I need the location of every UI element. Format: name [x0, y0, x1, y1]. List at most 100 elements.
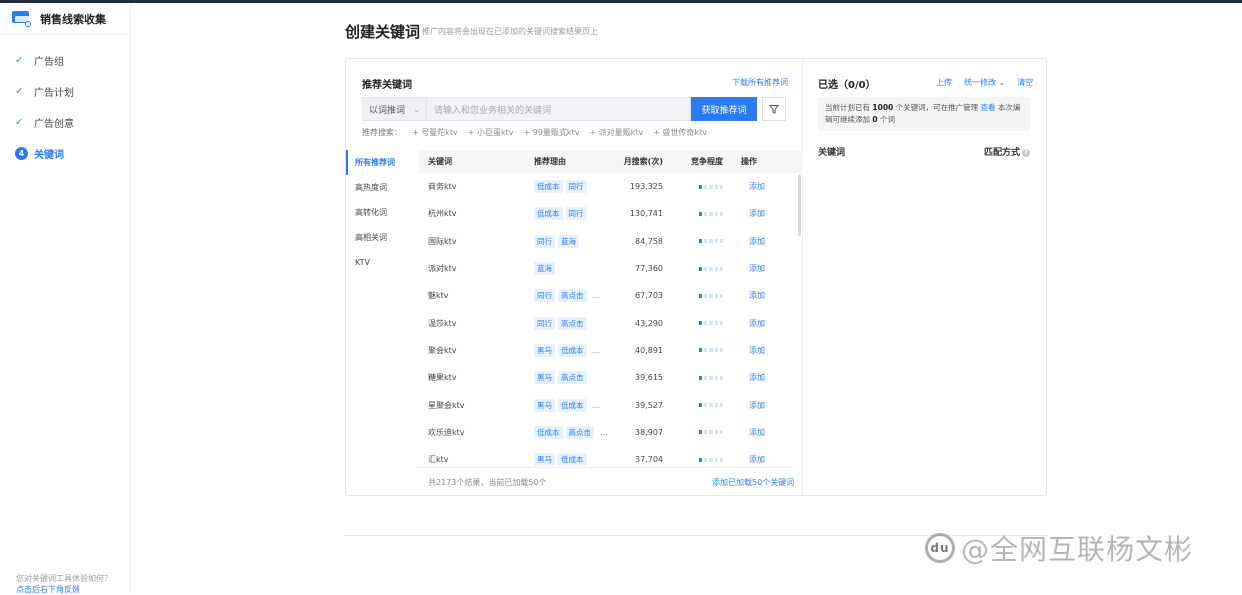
competition-segment: [714, 348, 718, 353]
category-relevant[interactable]: 高相关词: [346, 225, 418, 250]
reason-tag: 低成本: [558, 343, 587, 357]
table-header: 关键词 推荐理由 月搜索(次) 竞争程度 操作: [418, 150, 803, 173]
download-all-link[interactable]: 下载所有推荐词: [732, 77, 788, 88]
keyword-panel: 推荐关键词 下载所有推荐词 以词推词 ⌄ 请输入和您业务相关的关键词 获取推荐词…: [345, 58, 1047, 496]
row-monthly: 39,615: [635, 373, 663, 383]
add-keyword-link[interactable]: 添加: [723, 454, 773, 465]
table-row: 聚会ktv 黑马 低成本... 40,891 添加: [418, 337, 803, 364]
competition-segment: [714, 321, 718, 326]
competition-segment: [714, 430, 718, 435]
reason-tag: 蓝海: [534, 262, 555, 276]
add-keyword-link[interactable]: 添加: [723, 290, 773, 301]
add-keyword-link[interactable]: 添加: [723, 208, 773, 219]
reason-tag: 高点击: [565, 425, 594, 439]
search-mode-select[interactable]: 以词推词 ⌄: [362, 97, 427, 121]
batch-edit-label: 统一修改: [964, 78, 996, 87]
add-keyword-link[interactable]: 添加: [723, 400, 773, 411]
keyword-search-input[interactable]: 请输入和您业务相关的关键词: [427, 97, 691, 121]
category-ktv[interactable]: KTV: [346, 250, 418, 275]
add-keyword-link[interactable]: 添加: [723, 263, 773, 274]
row-reasons: 黑马 低成本...: [524, 343, 606, 357]
more-tags-icon[interactable]: ...: [593, 346, 601, 355]
competition-segment: [714, 375, 718, 380]
competition-segment: [709, 293, 713, 298]
clear-link[interactable]: 清空: [1017, 77, 1033, 88]
competition-segment: [714, 184, 718, 189]
competition-segment: [704, 211, 708, 216]
col-action: 操作: [741, 157, 757, 166]
feedback: 您对关键词工具体验如何？ 点击后右下角反馈: [16, 573, 112, 595]
get-recommend-button[interactable]: 获取推荐词: [691, 97, 757, 121]
competition-segment: [714, 293, 718, 298]
col-selected-keyword: 关键词: [818, 148, 846, 158]
competition-segment: [704, 239, 708, 244]
competition-segment: [709, 239, 713, 244]
row-monthly: 130,741: [629, 209, 663, 219]
upload-link[interactable]: 上传: [936, 77, 952, 88]
filter-button[interactable]: [762, 97, 786, 121]
competition-meter: [663, 211, 724, 216]
step-label: 关键词: [34, 150, 64, 161]
rec-search-item[interactable]: + 派对量贩ktv: [589, 127, 643, 138]
rec-search-item[interactable]: + 99量贩式ktv: [524, 127, 580, 138]
add-keyword-link[interactable]: 添加: [723, 318, 773, 329]
step-ad-group[interactable]: ✓ 广告组: [0, 45, 130, 76]
competition-segment: [704, 403, 708, 408]
competition-segment: [699, 184, 703, 189]
check-icon: ✓: [15, 86, 24, 97]
step-number-badge: 4: [15, 147, 28, 160]
reason-tag: 低成本: [534, 425, 563, 439]
reason-tag: 高点击: [558, 371, 587, 385]
help-icon[interactable]: ?: [1022, 149, 1030, 157]
reason-tag: 低成本: [558, 398, 587, 412]
add-loaded-link[interactable]: 添加已加载50个关键词: [712, 477, 794, 488]
competition-segment: [704, 375, 708, 380]
rec-search-item[interactable]: + 盛世传奇ktv: [653, 127, 707, 138]
recommend-pane: 推荐关键词 下载所有推荐词 以词推词 ⌄ 请输入和您业务相关的关键词 获取推荐词…: [346, 59, 803, 495]
step-ad-creative[interactable]: ✓ 广告创意: [0, 107, 130, 138]
row-keyword: 魅ktv: [428, 291, 449, 301]
category-hot[interactable]: 高热度词: [346, 175, 418, 200]
add-keyword-link[interactable]: 添加: [723, 181, 773, 192]
table-scrollbar[interactable]: [798, 174, 801, 236]
more-tags-icon[interactable]: ...: [593, 291, 601, 300]
feedback-link[interactable]: 点击后右下角反馈: [16, 584, 112, 595]
reason-tag: 黑马: [534, 343, 555, 357]
batch-edit-dropdown[interactable]: 统一修改 ⌄: [964, 77, 1005, 88]
more-tags-icon[interactable]: ...: [593, 401, 601, 410]
competition-segment: [709, 266, 713, 271]
competition-segment: [709, 375, 713, 380]
add-keyword-link[interactable]: 添加: [723, 345, 773, 356]
col-monthly[interactable]: 月搜索(次): [606, 156, 663, 167]
competition-segment: [709, 211, 713, 216]
rec-search-item[interactable]: + 小巨蛋ktv: [468, 127, 514, 138]
rec-search-label: 推荐搜索：: [362, 128, 402, 137]
row-keyword: 汇ktv: [428, 455, 449, 465]
row-reasons: 低成本 同行: [524, 207, 606, 221]
row-monthly: 77,360: [635, 264, 663, 274]
step-ad-plan[interactable]: ✓ 广告计划: [0, 76, 130, 107]
competition-segment: [704, 457, 708, 462]
notice-text: 当前计划已有: [825, 103, 870, 112]
reason-tag: 黑马: [534, 398, 555, 412]
add-keyword-link[interactable]: 添加: [723, 427, 773, 438]
add-keyword-link[interactable]: 添加: [723, 236, 773, 247]
competition-meter: [663, 266, 724, 271]
reason-tag: 高点击: [558, 289, 587, 303]
category-all[interactable]: 所有推荐词: [346, 150, 418, 175]
table-body: 商务ktv 低成本 同行 193,325 添加 杭州ktv 低成本 同行 130,741 添加 国际…: [418, 173, 803, 473]
category-conversion[interactable]: 高转化词: [346, 200, 418, 225]
step-keywords[interactable]: 4 关键词: [0, 138, 130, 169]
notice-view-link[interactable]: 查看: [981, 103, 996, 112]
search-mode-value: 以词推词: [369, 105, 406, 116]
row-keyword: 欢乐迪ktv: [428, 427, 465, 437]
rec-search-item[interactable]: + 号曼陀ktv: [412, 127, 458, 138]
row-monthly: 43,290: [635, 318, 663, 328]
quota-notice: 当前计划已有 1000 个关键词，可在推广管理 查看 本次编辑可继续添加 0 个…: [818, 97, 1030, 131]
competition-segment: [699, 430, 703, 435]
competition-segment: [704, 430, 708, 435]
competition-segment: [699, 457, 703, 462]
add-keyword-link[interactable]: 添加: [723, 372, 773, 383]
notice-count: 1000: [872, 103, 894, 112]
competition-segment: [699, 348, 703, 353]
